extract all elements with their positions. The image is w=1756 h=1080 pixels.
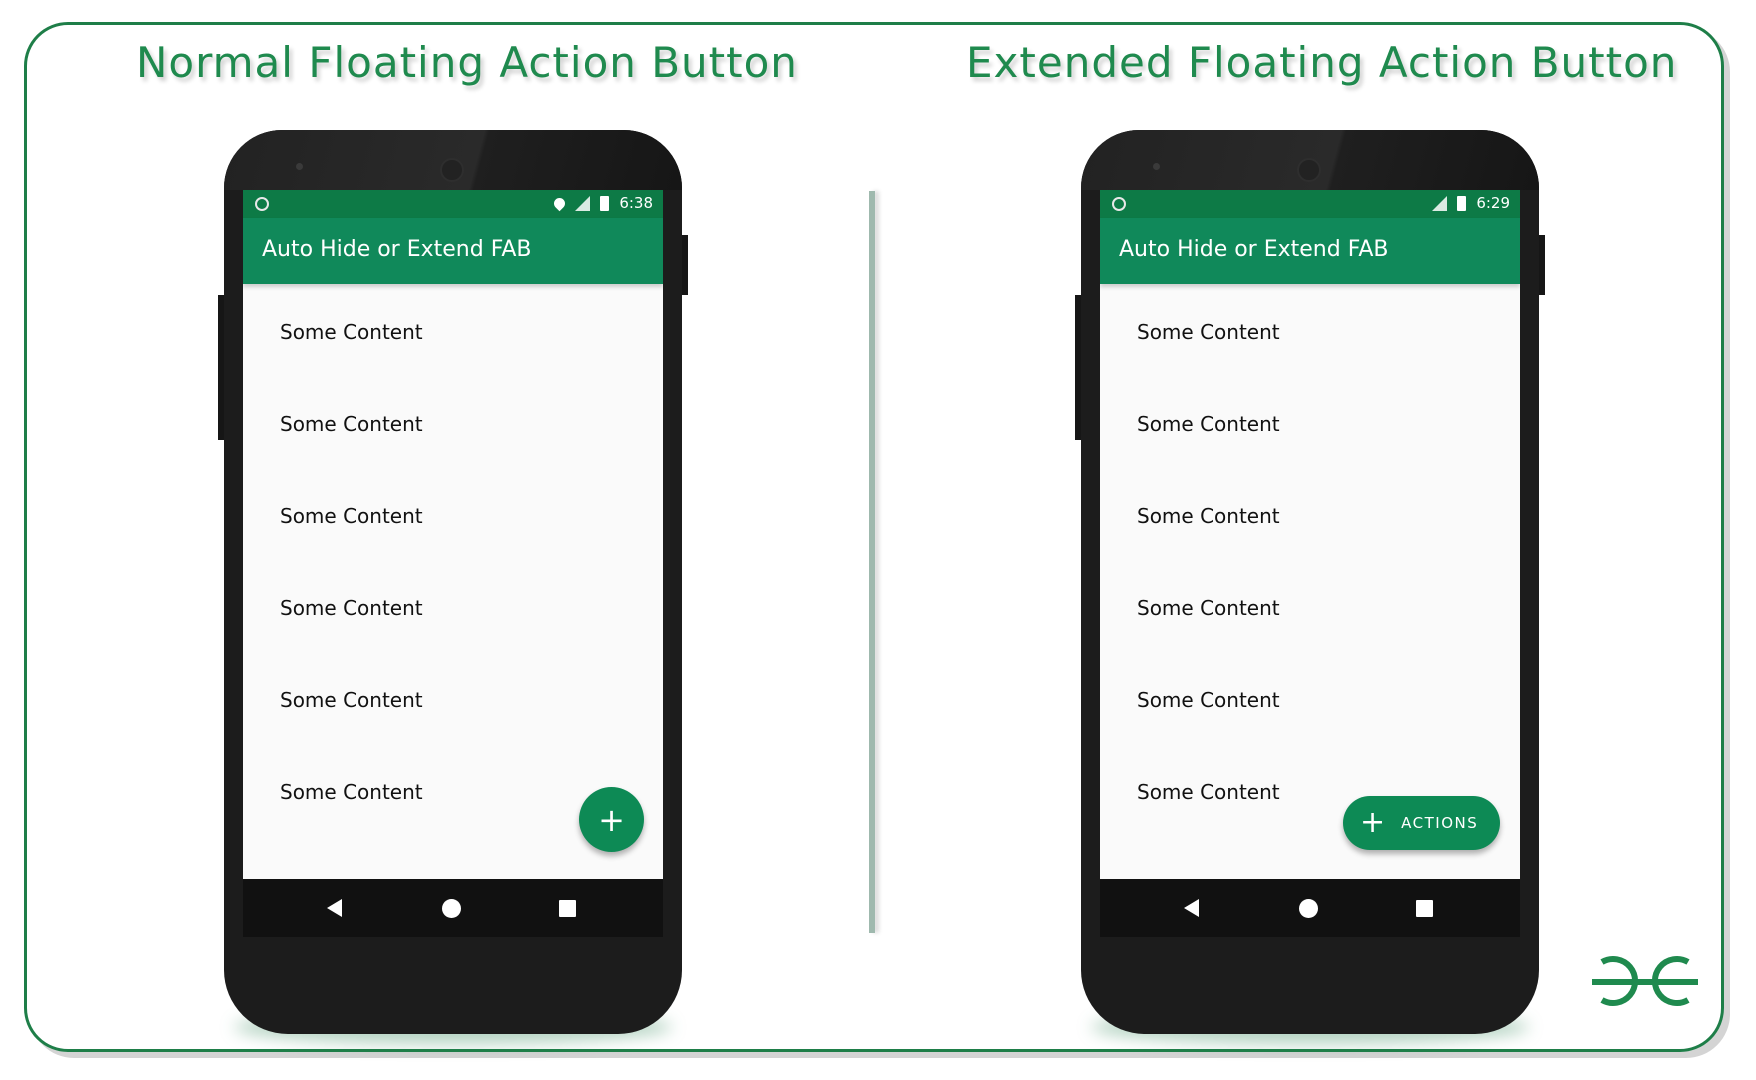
- list-item: Some Content: [280, 596, 423, 620]
- heading-extended-fab: Extended Floating Action Button: [966, 38, 1678, 87]
- navigation-bar: [1100, 879, 1520, 937]
- phone-normal-fab: 6:38 Auto Hide or Extend FAB Some Conten…: [218, 130, 688, 1044]
- status-icons: 6:38: [552, 194, 653, 212]
- phone-extended-fab: 6:29 Auto Hide or Extend FAB Some Conten…: [1075, 130, 1545, 1044]
- list-item: Some Content: [1137, 596, 1280, 620]
- signal-icon: [575, 195, 591, 211]
- location-pin-icon: [552, 195, 568, 212]
- recents-icon[interactable]: [559, 900, 576, 917]
- plus-icon: +: [598, 800, 625, 839]
- app-bar: Auto Hide or Extend FAB: [1100, 218, 1520, 284]
- app-title: Auto Hide or Extend FAB: [1119, 237, 1389, 262]
- home-icon[interactable]: [1299, 899, 1318, 918]
- phone-body: 6:38 Auto Hide or Extend FAB Some Conten…: [224, 130, 682, 1034]
- front-camera-icon: [1297, 158, 1321, 182]
- screen: 6:38 Auto Hide or Extend FAB Some Conten…: [243, 190, 663, 879]
- fab-label: ACTIONS: [1401, 814, 1479, 832]
- status-time: 6:29: [1476, 194, 1510, 212]
- list-item: Some Content: [280, 412, 423, 436]
- navigation-bar: [243, 879, 663, 937]
- app-bar: Auto Hide or Extend FAB: [243, 218, 663, 284]
- list-item: Some Content: [1137, 688, 1280, 712]
- plus-icon: +: [1360, 805, 1386, 840]
- phone-body: 6:29 Auto Hide or Extend FAB Some Conten…: [1081, 130, 1539, 1034]
- list-item: Some Content: [280, 688, 423, 712]
- list-item: Some Content: [1137, 780, 1280, 804]
- actions-extended-fab-button[interactable]: + ACTIONS: [1343, 796, 1500, 850]
- list-item: Some Content: [1137, 320, 1280, 344]
- sensor-icon: [296, 163, 303, 170]
- list-item: Some Content: [280, 320, 423, 344]
- vertical-divider: [869, 191, 875, 933]
- back-icon[interactable]: [1184, 899, 1199, 917]
- gfg-logo-icon: [1592, 956, 1698, 1006]
- heading-normal-fab: Normal Floating Action Button: [136, 38, 798, 87]
- list-item: Some Content: [280, 504, 423, 528]
- list-item: Some Content: [1137, 504, 1280, 528]
- status-bar: 6:29: [1100, 190, 1520, 218]
- battery-icon: [600, 195, 610, 211]
- app-title: Auto Hide or Extend FAB: [262, 237, 532, 262]
- list-item: Some Content: [280, 780, 423, 804]
- front-camera-icon: [440, 158, 464, 182]
- screen: 6:29 Auto Hide or Extend FAB Some Conten…: [1100, 190, 1520, 879]
- signal-icon: [1432, 195, 1448, 211]
- status-time: 6:38: [619, 194, 653, 212]
- sensor-icon: [1153, 163, 1160, 170]
- status-bar: 6:38: [243, 190, 663, 218]
- status-icons: 6:29: [1432, 194, 1510, 212]
- home-icon[interactable]: [442, 899, 461, 918]
- back-icon[interactable]: [327, 899, 342, 917]
- add-fab-button[interactable]: +: [579, 787, 644, 852]
- list-item: Some Content: [1137, 412, 1280, 436]
- circle-notification-icon: [255, 197, 269, 211]
- circle-notification-icon: [1112, 197, 1126, 211]
- recents-icon[interactable]: [1416, 900, 1433, 917]
- battery-icon: [1457, 195, 1467, 211]
